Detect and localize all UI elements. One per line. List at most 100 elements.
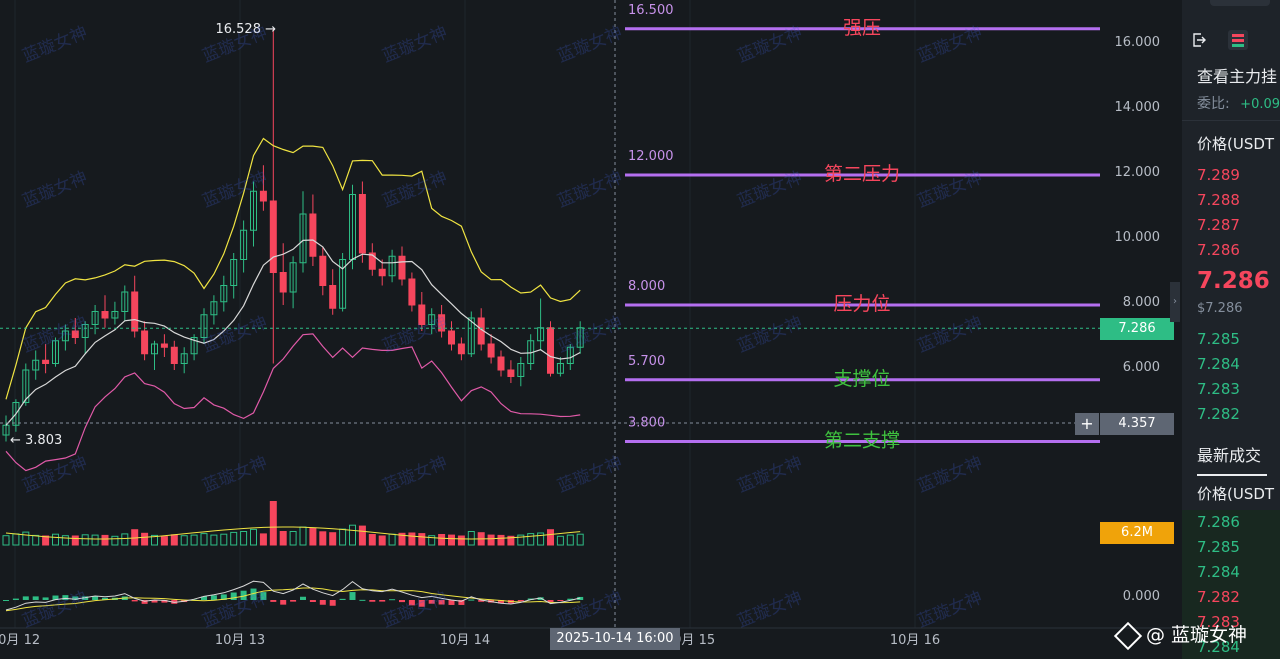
macd-line [5,580,581,611]
volume-bar [368,534,376,546]
volume-bar [200,533,208,546]
volume-bar [388,533,396,546]
macd-histogram-bar [517,600,524,602]
level-name-label: 强压 [843,17,881,39]
order-book-panel: 查看主力挂 委比: +0.09 价格(USDT 7.289 7.288 7.28… [1182,0,1280,659]
trades-price-header: 价格(USDT [1197,485,1275,503]
macd-histogram-bar [131,600,138,602]
trade-price: 7.285 [1197,538,1240,556]
level-value-label: 8.000 [628,279,665,294]
crosshair-add-button[interactable]: + [1075,413,1099,435]
volume-tag: 6.2M [1100,522,1174,544]
last-price: 7.286 [1197,268,1270,294]
volume-bar [250,528,257,546]
bid-price[interactable]: 7.285 [1197,330,1240,348]
macd-histogram-bar [379,600,386,602]
level-value-label: 12.000 [628,149,674,164]
price-axis-label: 10.000 [1115,230,1161,245]
trade-price: 7.282 [1197,588,1240,606]
candle-body [358,194,366,254]
macd-histogram-bar [329,600,336,606]
volume-bar [527,533,535,546]
exit-icon[interactable] [1192,32,1206,47]
macd-histogram-bar [3,600,9,601]
order-book-layout-icon[interactable] [1228,30,1248,50]
volume-bar [12,533,20,546]
candle-body [42,359,50,364]
candle-body [329,285,337,309]
volume-bar [61,535,69,546]
volume-bar [299,526,307,546]
volume-bar [81,534,89,546]
volume-bar [349,524,356,546]
bid-price[interactable]: 7.284 [1197,355,1240,373]
candle-body [408,278,416,306]
volume-bar [220,533,228,546]
price-chart[interactable]: 16.00014.00012.00010.0008.0006.0004.0000… [0,0,1180,659]
trade-price: 7.286 [1197,513,1240,531]
volume-bar [566,534,574,546]
volume-bar [339,528,347,546]
ratio-row: 委比: +0.09 [1197,93,1280,113]
macd-histogram-bar [408,600,415,606]
volume-bar [42,535,50,546]
macd-histogram-bar [32,596,39,600]
candle-body [378,268,386,277]
macd-histogram-bar [438,600,445,605]
price-axis-label: 6.000 [1123,360,1160,375]
macd-histogram-bar [428,600,435,604]
time-axis-label: 10月 13 [215,633,265,648]
candle-body [547,327,554,374]
price-column-header: 价格(USDT [1197,135,1275,153]
volume-bar [180,535,188,546]
volume-bar [111,535,119,546]
bid-price[interactable]: 7.282 [1197,405,1240,423]
ask-price[interactable]: 7.286 [1197,241,1240,259]
candle-body [131,291,139,332]
macd-histogram-bar [557,600,564,601]
candle-body [309,213,317,257]
macd-histogram-bar [319,600,326,605]
ask-price[interactable]: 7.288 [1197,191,1240,209]
volume-bar [547,529,554,546]
volume-bar [71,535,79,546]
macd-histogram-bar [230,592,237,600]
macd-histogram-bar [290,600,297,602]
level-name-label: 支撑位 [833,368,890,390]
candle-body [497,356,505,371]
bid-price[interactable]: 7.283 [1197,380,1240,398]
volume-bar [52,533,59,546]
volume-bar [467,531,475,546]
volume-bar [22,531,30,546]
macd-histogram-bar [399,600,405,603]
candle-body [319,255,327,286]
macd-histogram-bar [359,599,366,601]
candle-body [269,200,277,273]
candle-body [457,343,465,355]
panel-collapse-button[interactable]: › [1170,282,1180,322]
candle-body [398,255,406,280]
volume-bar [131,529,139,546]
level-name-label: 第二支撑 [824,430,900,452]
volume-bar [259,533,267,546]
candle-body [170,346,178,364]
volume-bar [269,501,277,546]
volume-bar [230,531,238,546]
candle-body [487,343,495,358]
volume-bar [121,533,129,546]
volume-bar [190,534,198,546]
chart-area[interactable]: 16.00014.00012.00010.0008.0006.0004.0000… [0,0,1180,659]
ask-price[interactable]: 7.289 [1197,166,1240,184]
trades-title: 最新成交 [1197,446,1262,465]
brand-label: @ 蓝璇女神 [1113,620,1247,650]
order-book-link[interactable]: 查看主力挂 [1197,63,1277,87]
macd-histogram-bar [280,600,287,605]
top-tab-button[interactable] [1210,0,1270,6]
volume-bar [556,535,564,546]
price-axis-label: 0.000 [1123,589,1160,604]
macd-histogram-bar [309,600,316,602]
price-axis-label: 12.000 [1115,165,1161,180]
level-name-label: 压力位 [833,293,890,315]
ask-price[interactable]: 7.287 [1197,216,1240,234]
last-price-usd: $7.286 [1197,301,1243,316]
